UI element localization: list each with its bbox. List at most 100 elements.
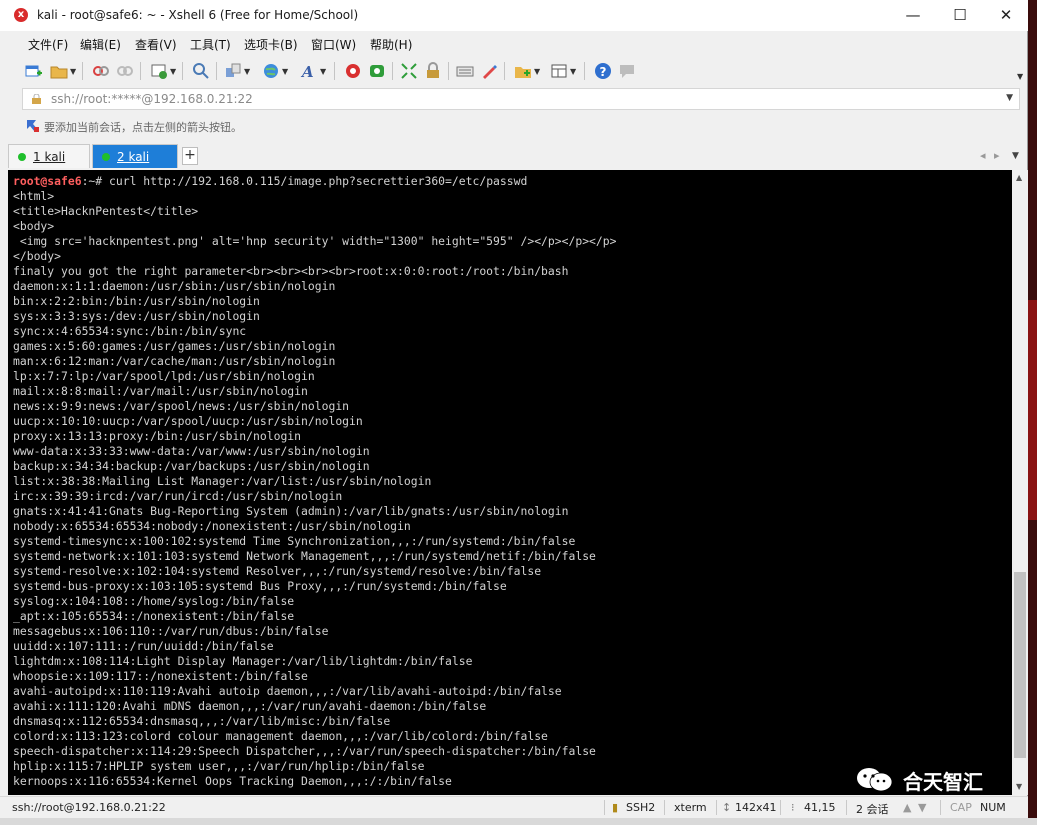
properties-dropdown-caret[interactable]: ▼: [170, 67, 176, 76]
tab-label: 2 kali: [117, 150, 150, 164]
toolbar-separator: [504, 62, 505, 80]
properties-icon[interactable]: [150, 62, 168, 80]
open-dropdown-caret[interactable]: ▼: [70, 67, 76, 76]
tab-bar: 1 kali 2 kali + ◂ ▸ ▼: [8, 144, 1028, 168]
prompt-suffix: :~#: [81, 174, 110, 188]
window-title: kali - root@safe6: ~ - Xshell 6 (Free fo…: [37, 8, 359, 22]
lock-icon[interactable]: [424, 62, 442, 80]
status-cursor: 41,15: [804, 801, 836, 814]
scroll-down-icon[interactable]: ▼: [1016, 782, 1022, 791]
menu-file[interactable]: 文件(F): [28, 36, 68, 53]
transfer-dropdown-caret[interactable]: ▼: [244, 67, 250, 76]
address-input[interactable]: ssh://root:*****@192.168.0.21:22: [51, 92, 253, 106]
watermark-text: 合天智汇: [903, 770, 983, 794]
tab-label: 1 kali: [33, 150, 66, 164]
font-dropdown-caret[interactable]: ▼: [320, 67, 326, 76]
terminal-scrollbar[interactable]: ▲ ▼: [1012, 170, 1028, 795]
minimize-button[interactable]: —: [890, 0, 936, 31]
status-sessions: 2 会话: [856, 803, 889, 816]
toolbar-separator: [182, 62, 183, 80]
add-session-arrow-icon[interactable]: [26, 119, 40, 133]
desktop-background-bottom: [0, 818, 1037, 825]
scroll-up-icon[interactable]: ▲: [1016, 173, 1022, 182]
toolbar-separator: [216, 62, 217, 80]
toolbar: ▼ ▼ ▼ ▼ A ▼ ▼ ▼ ? ▼: [10, 58, 1025, 84]
status-cursor-icon: ⁝: [791, 801, 795, 814]
tab-scroll-left-icon[interactable]: ◂: [980, 149, 986, 162]
status-separator: [604, 800, 605, 815]
connect-icon[interactable]: [92, 62, 110, 80]
close-button[interactable]: ✕: [983, 0, 1029, 31]
xshell-window: x kali - root@safe6: ~ - Xshell 6 (Free …: [0, 0, 1028, 818]
keyboard-icon[interactable]: [456, 62, 474, 80]
tab-scroll-right-icon[interactable]: ▸: [994, 149, 1000, 162]
session-status-dot: [102, 153, 110, 161]
maximize-button[interactable]: ☐: [937, 0, 983, 31]
toolbar-separator: [140, 62, 141, 80]
command-output: <html> <title>HacknPentest</title> <body…: [13, 189, 617, 788]
layout-dropdown-caret[interactable]: ▼: [570, 67, 576, 76]
menu-help[interactable]: 帮助(H): [370, 36, 412, 53]
toolbar-separator: [334, 62, 335, 80]
status-separator: [664, 800, 665, 815]
open-folder-icon[interactable]: [50, 62, 68, 80]
address-dropdown-caret[interactable]: ▼: [1006, 93, 1013, 103]
toolbar-separator: [392, 62, 393, 80]
status-separator: [716, 800, 717, 815]
menu-view[interactable]: 查看(V): [135, 36, 177, 53]
toolbar-separator: [584, 62, 585, 80]
status-prev-session-icon[interactable]: ▲: [903, 801, 911, 814]
session-hint-text: 要添加当前会话，点击左侧的箭头按钮。: [44, 121, 242, 134]
xftp-icon[interactable]: [368, 62, 386, 80]
status-separator: [846, 800, 847, 815]
terminal-text: root@safe6:~# curl http://192.168.0.115/…: [8, 170, 1012, 789]
toolbar-separator: [82, 62, 83, 80]
find-icon[interactable]: [192, 62, 210, 80]
xshell-icon[interactable]: [344, 62, 362, 80]
menu-bar: 文件(F) 编辑(E) 查看(V) 工具(T) 选项卡(B) 窗口(W) 帮助(…: [10, 33, 1025, 55]
add-tab-button[interactable]: +: [182, 147, 198, 165]
menu-edit[interactable]: 编辑(E): [80, 36, 121, 53]
status-size-icon: ↕: [722, 801, 732, 814]
status-bar: ssh://root@192.168.0.21:22 ▮ SSH2 xterm …: [0, 796, 1028, 818]
globe-dropdown-caret[interactable]: ▼: [282, 67, 288, 76]
tab-kali-2[interactable]: 2 kali: [92, 144, 178, 168]
menu-window[interactable]: 窗口(W): [311, 36, 356, 53]
status-num: NUM: [980, 801, 1006, 814]
scrollbar-thumb[interactable]: [1014, 572, 1026, 758]
tab-list-caret[interactable]: ▼: [1012, 151, 1019, 161]
address-lock-icon: [32, 94, 41, 104]
session-status-dot: [18, 153, 26, 161]
status-protocol: SSH2: [626, 801, 656, 814]
toolbar-overflow-caret[interactable]: ▼: [1017, 72, 1023, 81]
new-session-icon[interactable]: [24, 62, 42, 80]
prompt-user: root@safe6: [13, 174, 82, 188]
help-icon[interactable]: ?: [594, 62, 612, 80]
address-bar[interactable]: ssh://root:*****@192.168.0.21:22 ▼: [22, 88, 1020, 110]
layout-icon[interactable]: [550, 62, 568, 80]
chat-icon[interactable]: [618, 62, 636, 80]
new-tab-dropdown-caret[interactable]: ▼: [534, 67, 540, 76]
fullscreen-icon[interactable]: [400, 62, 418, 80]
terminal-output[interactable]: root@safe6:~# curl http://192.168.0.115/…: [8, 170, 1012, 795]
status-lock-icon: ▮: [612, 801, 619, 814]
menu-tabs[interactable]: 选项卡(B): [244, 36, 298, 53]
desktop-wallpaper-glow: [1028, 300, 1037, 520]
highlight-icon[interactable]: [480, 62, 498, 80]
globe-icon[interactable]: [262, 62, 280, 80]
status-size: 142x41: [735, 801, 777, 814]
status-separator: [780, 800, 781, 815]
status-terminal-type: xterm: [674, 801, 707, 814]
svg-text:A: A: [300, 63, 314, 80]
wechat-icon: [857, 768, 893, 792]
transfer-icon[interactable]: [224, 62, 242, 80]
tab-kali-1[interactable]: 1 kali: [8, 144, 90, 168]
new-tab-icon[interactable]: [514, 62, 532, 80]
font-icon[interactable]: A: [300, 62, 318, 80]
xshell-app-icon: x: [14, 8, 28, 22]
menu-tools[interactable]: 工具(T): [190, 36, 231, 53]
status-next-session-icon[interactable]: ▼: [918, 801, 926, 814]
toolbar-separator: [448, 62, 449, 80]
disconnect-icon[interactable]: [116, 62, 134, 80]
status-cap: CAP: [950, 801, 972, 814]
